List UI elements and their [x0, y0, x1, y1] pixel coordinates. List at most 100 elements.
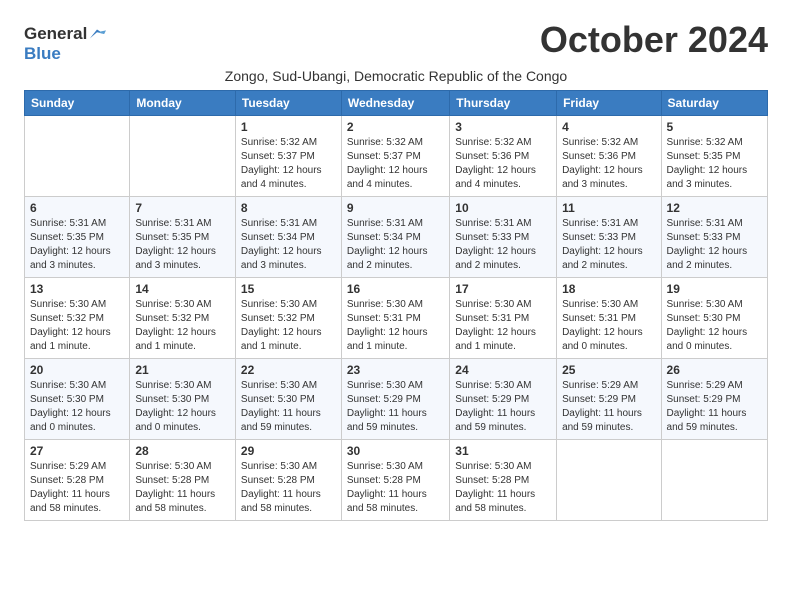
- calendar-cell: 14Sunrise: 5:30 AM Sunset: 5:32 PM Dayli…: [130, 278, 236, 359]
- day-number: 7: [135, 201, 230, 215]
- calendar-cell: 28 Sunrise: 5:30 AM Sunset: 5:28 PM Dayli…: [130, 440, 236, 521]
- day-detail: Sunrise: 5:30 AM Sunset: 5:30 PM Dayligh…: [667, 298, 762, 354]
- calendar-cell: 8 Sunrise: 5:31 AM Sunset: 5:34 PM Daylig…: [235, 197, 341, 278]
- day-detail: Sunrise: 5:29 AM Sunset: 5:29 PM Dayligh…: [667, 379, 762, 435]
- day-detail: Sunrise: 5:31 AM Sunset: 5:33 PM Dayligh…: [455, 217, 551, 273]
- calendar-week-row: 20 Sunrise: 5:30 AM Sunset: 5:30 PM Dayli…: [25, 359, 768, 440]
- calendar-week-row: 6Sunrise: 5:31 AM Sunset: 5:35 PM Daylig…: [25, 197, 768, 278]
- calendar-cell: 16 Sunrise: 5:30 AM Sunset: 5:31 PM Dayli…: [341, 278, 449, 359]
- subtitle: Zongo, Sud-Ubangi, Democratic Republic o…: [24, 68, 768, 84]
- day-detail: Sunrise: 5:30 AM Sunset: 5:30 PM Dayligh…: [135, 379, 230, 435]
- logo: General Blue: [24, 24, 106, 64]
- day-detail: Sunrise: 5:31 AM Sunset: 5:35 PM Dayligh…: [30, 217, 124, 273]
- calendar-cell: 26 Sunrise: 5:29 AM Sunset: 5:29 PM Dayli…: [661, 359, 767, 440]
- day-detail: Sunrise: 5:32 AM Sunset: 5:35 PM Dayligh…: [667, 136, 762, 192]
- calendar-cell: 21 Sunrise: 5:30 AM Sunset: 5:30 PM Dayli…: [130, 359, 236, 440]
- day-detail: Sunrise: 5:30 AM Sunset: 5:31 PM Dayligh…: [562, 298, 655, 354]
- header: General Blue October 2024: [24, 20, 768, 64]
- calendar-cell: 31 Sunrise: 5:30 AM Sunset: 5:28 PM Dayli…: [450, 440, 557, 521]
- calendar-cell: 12 Sunrise: 5:31 AM Sunset: 5:33 PM Dayli…: [661, 197, 767, 278]
- day-detail: Sunrise: 5:31 AM Sunset: 5:33 PM Dayligh…: [667, 217, 762, 273]
- day-detail: Sunrise: 5:30 AM Sunset: 5:28 PM Dayligh…: [241, 460, 336, 516]
- day-detail: Sunrise: 5:30 AM Sunset: 5:32 PM Dayligh…: [241, 298, 336, 354]
- day-number: 15: [241, 282, 336, 296]
- day-detail: Sunrise: 5:30 AM Sunset: 5:30 PM Dayligh…: [241, 379, 336, 435]
- weekday-header: Wednesday: [341, 91, 449, 116]
- calendar-header-row: SundayMondayTuesdayWednesdayThursdayFrid…: [25, 91, 768, 116]
- day-number: 27: [30, 444, 124, 458]
- day-number: 13: [30, 282, 124, 296]
- day-number: 1: [241, 120, 336, 134]
- day-number: 4: [562, 120, 655, 134]
- day-detail: Sunrise: 5:30 AM Sunset: 5:32 PM Dayligh…: [30, 298, 124, 354]
- logo-bird-icon: [88, 27, 106, 41]
- day-number: 20: [30, 363, 124, 377]
- title-area: October 2024: [540, 20, 768, 60]
- weekday-header: Friday: [557, 91, 661, 116]
- day-detail: Sunrise: 5:30 AM Sunset: 5:28 PM Dayligh…: [135, 460, 230, 516]
- day-number: 16: [347, 282, 444, 296]
- day-detail: Sunrise: 5:32 AM Sunset: 5:37 PM Dayligh…: [241, 136, 336, 192]
- calendar-week-row: 1 Sunrise: 5:32 AM Sunset: 5:37 PM Daylig…: [25, 116, 768, 197]
- day-detail: Sunrise: 5:30 AM Sunset: 5:28 PM Dayligh…: [455, 460, 551, 516]
- calendar-cell: 6Sunrise: 5:31 AM Sunset: 5:35 PM Daylig…: [25, 197, 130, 278]
- calendar-cell: 23 Sunrise: 5:30 AM Sunset: 5:29 PM Dayli…: [341, 359, 449, 440]
- calendar-cell: 1 Sunrise: 5:32 AM Sunset: 5:37 PM Daylig…: [235, 116, 341, 197]
- calendar-cell: 7Sunrise: 5:31 AM Sunset: 5:35 PM Daylig…: [130, 197, 236, 278]
- day-number: 21: [135, 363, 230, 377]
- month-title: October 2024: [540, 20, 768, 60]
- day-detail: Sunrise: 5:30 AM Sunset: 5:31 PM Dayligh…: [347, 298, 444, 354]
- calendar-cell: 9Sunrise: 5:31 AM Sunset: 5:34 PM Daylig…: [341, 197, 449, 278]
- day-number: 23: [347, 363, 444, 377]
- day-number: 17: [455, 282, 551, 296]
- day-number: 29: [241, 444, 336, 458]
- day-number: 11: [562, 201, 655, 215]
- day-number: 8: [241, 201, 336, 215]
- day-number: 3: [455, 120, 551, 134]
- calendar-cell: 5Sunrise: 5:32 AM Sunset: 5:35 PM Daylig…: [661, 116, 767, 197]
- day-number: 22: [241, 363, 336, 377]
- day-detail: Sunrise: 5:30 AM Sunset: 5:29 PM Dayligh…: [455, 379, 551, 435]
- logo-blue: Blue: [24, 44, 61, 64]
- day-number: 2: [347, 120, 444, 134]
- calendar-cell: 3 Sunrise: 5:32 AM Sunset: 5:36 PM Daylig…: [450, 116, 557, 197]
- day-number: 28: [135, 444, 230, 458]
- calendar-cell: 25 Sunrise: 5:29 AM Sunset: 5:29 PM Dayli…: [557, 359, 661, 440]
- day-number: 10: [455, 201, 551, 215]
- day-number: 26: [667, 363, 762, 377]
- logo-general: General: [24, 24, 87, 44]
- calendar-cell: 2 Sunrise: 5:32 AM Sunset: 5:37 PM Daylig…: [341, 116, 449, 197]
- calendar-cell: [25, 116, 130, 197]
- day-number: 25: [562, 363, 655, 377]
- calendar-cell: 30 Sunrise: 5:30 AM Sunset: 5:28 PM Dayli…: [341, 440, 449, 521]
- day-detail: Sunrise: 5:32 AM Sunset: 5:36 PM Dayligh…: [562, 136, 655, 192]
- calendar-cell: 24Sunrise: 5:30 AM Sunset: 5:29 PM Dayli…: [450, 359, 557, 440]
- day-number: 18: [562, 282, 655, 296]
- day-detail: Sunrise: 5:29 AM Sunset: 5:29 PM Dayligh…: [562, 379, 655, 435]
- weekday-header: Tuesday: [235, 91, 341, 116]
- calendar-week-row: 13 Sunrise: 5:30 AM Sunset: 5:32 PM Dayli…: [25, 278, 768, 359]
- calendar-cell: 29 Sunrise: 5:30 AM Sunset: 5:28 PM Dayli…: [235, 440, 341, 521]
- day-detail: Sunrise: 5:31 AM Sunset: 5:33 PM Dayligh…: [562, 217, 655, 273]
- day-detail: Sunrise: 5:31 AM Sunset: 5:34 PM Dayligh…: [241, 217, 336, 273]
- calendar-cell: [661, 440, 767, 521]
- calendar-cell: 15 Sunrise: 5:30 AM Sunset: 5:32 PM Dayli…: [235, 278, 341, 359]
- day-number: 31: [455, 444, 551, 458]
- day-detail: Sunrise: 5:32 AM Sunset: 5:37 PM Dayligh…: [347, 136, 444, 192]
- calendar-cell: 10 Sunrise: 5:31 AM Sunset: 5:33 PM Dayli…: [450, 197, 557, 278]
- day-number: 12: [667, 201, 762, 215]
- day-detail: Sunrise: 5:30 AM Sunset: 5:32 PM Dayligh…: [135, 298, 230, 354]
- day-number: 30: [347, 444, 444, 458]
- calendar-cell: 11 Sunrise: 5:31 AM Sunset: 5:33 PM Dayli…: [557, 197, 661, 278]
- calendar-cell: 22 Sunrise: 5:30 AM Sunset: 5:30 PM Dayli…: [235, 359, 341, 440]
- day-detail: Sunrise: 5:30 AM Sunset: 5:28 PM Dayligh…: [347, 460, 444, 516]
- day-detail: Sunrise: 5:32 AM Sunset: 5:36 PM Dayligh…: [455, 136, 551, 192]
- calendar-table: SundayMondayTuesdayWednesdayThursdayFrid…: [24, 90, 768, 521]
- calendar-cell: [557, 440, 661, 521]
- calendar-cell: 17Sunrise: 5:30 AM Sunset: 5:31 PM Dayli…: [450, 278, 557, 359]
- calendar-cell: 27Sunrise: 5:29 AM Sunset: 5:28 PM Dayli…: [25, 440, 130, 521]
- day-detail: Sunrise: 5:30 AM Sunset: 5:29 PM Dayligh…: [347, 379, 444, 435]
- calendar-cell: 20Sunrise: 5:30 AM Sunset: 5:30 PM Dayli…: [25, 359, 130, 440]
- calendar-cell: [130, 116, 236, 197]
- weekday-header: Monday: [130, 91, 236, 116]
